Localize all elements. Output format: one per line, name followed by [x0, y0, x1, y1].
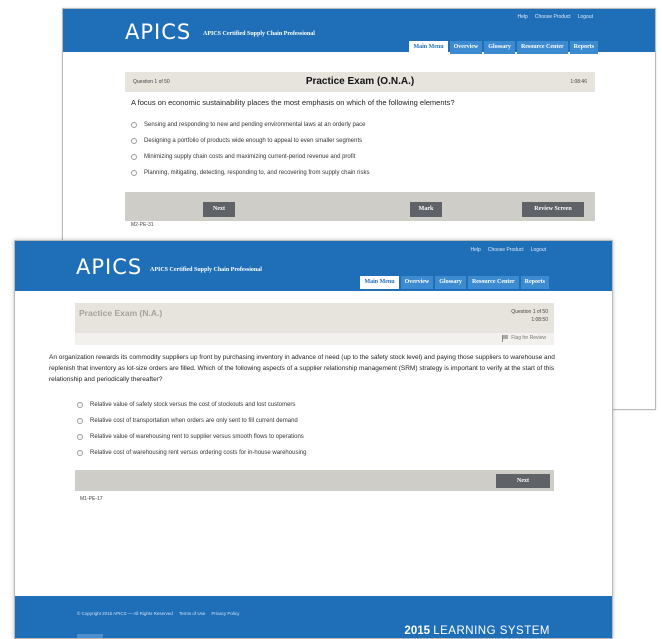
next-button[interactable]: Next	[496, 474, 550, 488]
answer-option-label: Sensing and responding to new and pendin…	[144, 122, 366, 128]
learning-system-brand: 2015 LEARNING SYSTEM	[404, 625, 550, 637]
nav-tabs: Main Menu Overview Glossary Resource Cen…	[360, 276, 549, 289]
radio-button[interactable]	[131, 154, 137, 160]
nav-tabs: Main Menu Overview Glossary Resource Cen…	[409, 41, 598, 54]
exam-title: Practice Exam (O.N.A.)	[305, 76, 415, 87]
tab-main-menu[interactable]: Main Menu	[360, 276, 399, 289]
tab-reports[interactable]: Reports	[569, 41, 598, 54]
help-link[interactable]: Help	[518, 14, 528, 20]
footer-badge	[77, 634, 103, 638]
footer-links: © Copyright 2015 APICS — All Rights Rese…	[77, 611, 239, 616]
mark-button[interactable]: Mark	[410, 202, 442, 217]
answer-option[interactable]: Planning, mitigating, detecting, respond…	[131, 170, 369, 176]
top-links: Help Choose Product Logout	[471, 247, 546, 253]
answer-option-label: Planning, mitigating, detecting, respond…	[144, 170, 370, 176]
answer-option[interactable]: Relative value of warehousing rent to su…	[77, 434, 304, 440]
radio-button[interactable]	[131, 138, 137, 144]
answer-option[interactable]: Designing a portfolio of products wide e…	[131, 138, 362, 144]
answer-option[interactable]: Relative cost of warehousing rent versus…	[77, 450, 306, 456]
logout-link[interactable]: Logout	[578, 14, 593, 20]
header-tagline: APICS Certified Supply Chain Professiona…	[150, 267, 262, 273]
terms-of-use-link[interactable]: Terms of Use	[179, 611, 206, 616]
answer-option-label: Relative cost of transportation when ord…	[90, 418, 298, 424]
question-text: An organization rewards its commodity su…	[49, 354, 555, 383]
review-screen-button[interactable]: Review Screen	[522, 202, 584, 217]
flag-icon	[502, 335, 509, 342]
help-link[interactable]: Help	[471, 247, 481, 253]
tab-overview[interactable]: Overview	[449, 41, 483, 54]
privacy-policy-link[interactable]: Privacy Policy	[211, 611, 239, 616]
question-header-bar: Question 1 of 50 Practice Exam (O.N.A.) …	[125, 72, 595, 92]
flag-row: Flag for Review	[75, 333, 554, 345]
answer-option-label: Relative cost of warehousing rent versus…	[90, 450, 307, 456]
logout-link[interactable]: Logout	[531, 247, 546, 253]
answer-option[interactable]: Relative value of safety stock versus th…	[77, 402, 295, 408]
footer-bar: © Copyright 2015 APICS — All Rights Rese…	[15, 596, 612, 638]
radio-button[interactable]	[77, 418, 83, 424]
choose-product-link[interactable]: Choose Product	[535, 14, 571, 20]
answer-option[interactable]: Minimizing supply chain costs and maximi…	[131, 154, 355, 160]
exam-title: Practice Exam (N.A.)	[79, 308, 163, 318]
copyright-text: © Copyright 2015 APICS — All Rights Rese…	[77, 611, 173, 616]
tab-glossary[interactable]: Glossary	[435, 276, 466, 289]
question-code: M1-PE-17	[80, 496, 103, 502]
apics-logo: APICS	[125, 20, 192, 44]
tab-resource-center[interactable]: Resource Center	[516, 41, 568, 54]
radio-button[interactable]	[131, 122, 137, 128]
button-bar	[75, 470, 554, 491]
learning-system-year: 2015	[404, 625, 431, 637]
answer-option-label: Designing a portfolio of products wide e…	[144, 138, 363, 144]
question-header-bar: Practice Exam (N.A.) Question 1 of 50 1:…	[75, 303, 554, 333]
tab-glossary[interactable]: Glossary	[484, 41, 515, 54]
answer-option-label: Minimizing supply chain costs and maximi…	[144, 154, 356, 160]
exam-timer: 1:08:50	[531, 317, 548, 323]
exam-timer: 1:08:46	[570, 79, 587, 85]
question-text: A focus on economic sustainability place…	[131, 98, 455, 107]
tab-main-menu[interactable]: Main Menu	[409, 41, 448, 54]
flag-for-review-button[interactable]: Flag for Review	[502, 335, 546, 342]
radio-button[interactable]	[77, 450, 83, 456]
radio-button[interactable]	[77, 402, 83, 408]
radio-button[interactable]	[77, 434, 83, 440]
top-links: Help Choose Product Logout	[518, 14, 593, 20]
question-code: M2-PE-31	[131, 222, 154, 228]
next-button[interactable]: Next	[203, 202, 235, 217]
choose-product-link[interactable]: Choose Product	[488, 247, 524, 253]
header-bar: APICS APICS Certified Supply Chain Profe…	[63, 9, 655, 54]
learning-system-text: LEARNING SYSTEM	[433, 625, 550, 637]
header-tagline: APICS Certified Supply Chain Professiona…	[203, 31, 315, 37]
answer-option-label: Relative value of safety stock versus th…	[90, 402, 296, 408]
tab-resource-center[interactable]: Resource Center	[467, 276, 519, 289]
answer-option[interactable]: Sensing and responding to new and pendin…	[131, 122, 365, 128]
question-number: Question 1 of 50	[511, 309, 548, 315]
tab-reports[interactable]: Reports	[520, 276, 549, 289]
header-bar: APICS APICS Certified Supply Chain Profe…	[15, 241, 612, 291]
answer-option[interactable]: Relative cost of transportation when ord…	[77, 418, 298, 424]
radio-button[interactable]	[131, 170, 137, 176]
exam-screenshot-na: APICS APICS Certified Supply Chain Profe…	[14, 240, 613, 639]
flag-for-review-label: Flag for Review	[511, 335, 546, 341]
tab-overview[interactable]: Overview	[400, 276, 434, 289]
answer-option-label: Relative value of warehousing rent to su…	[90, 434, 304, 440]
apics-logo: APICS	[76, 255, 143, 279]
